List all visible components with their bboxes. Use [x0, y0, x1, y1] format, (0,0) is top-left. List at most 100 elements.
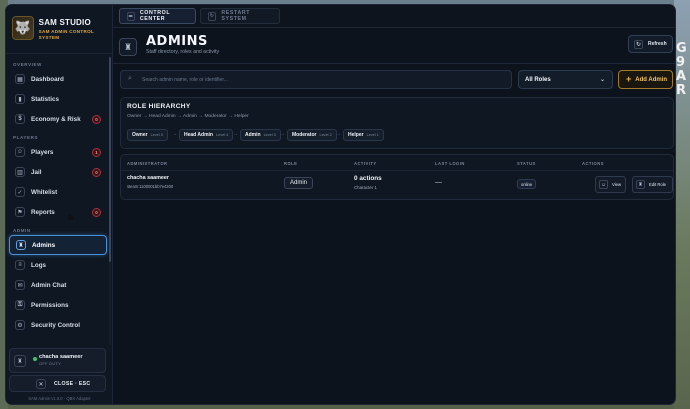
presence-dot — [33, 357, 37, 361]
column-header: LAST LOGIN — [435, 161, 465, 166]
lock-icon: ▥ — [15, 167, 25, 177]
sidebar-item-players[interactable]: ☺ Players 1 — [9, 143, 107, 161]
role-filter-select[interactable]: All Roles ⌄ — [518, 70, 613, 89]
sidebar-item-logs[interactable]: ≡ Logs — [9, 256, 107, 274]
sidebar-divider — [6, 53, 112, 54]
close-button[interactable]: ✕ CLOSE · ESC — [9, 375, 106, 392]
sidebar-item-label: Reports — [31, 208, 55, 216]
sidebar-item-reports[interactable]: ⚑ Reports 0 — [9, 203, 107, 221]
user-name: chacha saameer — [39, 354, 83, 360]
flag-icon: ⚑ — [15, 207, 25, 217]
level-pill-head-admin: Head Admin Level 4 — [179, 129, 234, 141]
edit-role-button[interactable]: ♜ Edit Role — [632, 176, 673, 193]
hierarchy-title: ROLE HIERARCHY — [127, 103, 191, 110]
admin-icon: ♜ — [16, 240, 26, 250]
section-overview: OVERVIEW — [13, 62, 42, 67]
view-label: View — [612, 182, 622, 187]
last-login: — — [435, 179, 442, 186]
plus-icon: + — [626, 74, 632, 84]
page-subtitle: Staff directory, roles and activity — [146, 49, 220, 55]
column-header: ACTIONS — [582, 161, 604, 166]
refresh-icon: ↻ — [634, 39, 643, 49]
sidebar-item-economy-risk[interactable]: $ Economy & Risk 0 — [9, 110, 107, 128]
admin-name: chacha saameer — [127, 175, 169, 181]
sidebar-item-label: Security Control — [31, 321, 80, 329]
admin-page-icon: ♜ — [119, 38, 137, 56]
sidebar-item-admins[interactable]: ♜ Admins — [9, 235, 107, 255]
activity-sub: Character 1 — [354, 185, 377, 190]
section-players: PLAYERS — [13, 135, 39, 140]
coin-icon: $ — [15, 114, 25, 124]
table-divider — [121, 170, 673, 171]
sidebar-item-label: Jail — [31, 168, 42, 176]
arrow-right-icon: → — [233, 131, 238, 137]
sidebar-item-label: Economy & Risk — [31, 115, 81, 123]
user-icon: ☺ — [599, 180, 608, 189]
sidebar-item-label: Permissions — [31, 301, 69, 309]
tab-control-center[interactable]: ⚌ CONTROL CENTER — [119, 8, 196, 24]
role-filter-value: All Roles — [525, 77, 551, 83]
arrow-right-icon: → — [336, 131, 341, 137]
brand: 🐺 SAM STUDIO SAM ADMIN CONTROL SYSTEM — [12, 16, 108, 52]
duty-status: OFF DUTY — [39, 362, 62, 366]
sidebar-item-admin-chat[interactable]: ✉ Admin Chat — [9, 276, 107, 294]
version-text: SAM Admin v1.0.0 · QBX Adapter — [28, 396, 91, 401]
role-badge: Admin — [284, 177, 314, 189]
sidebar-item-label: Dashboard — [31, 75, 64, 83]
add-admin-button[interactable]: + Add Admin — [618, 70, 673, 89]
sidebar-item-jail[interactable]: ▥ Jail 0 — [9, 163, 107, 181]
background-right: G9AR — [674, 0, 690, 409]
refresh-label: Refresh — [648, 41, 667, 47]
wolf-logo-icon: 🐺 — [12, 16, 34, 40]
count-badge: 0 — [92, 208, 101, 217]
sidebar-item-permissions[interactable]: ⚿ Permissions — [9, 296, 107, 314]
refresh-button[interactable]: ↻ Refresh — [628, 35, 673, 53]
background-sign: G9AR — [676, 41, 687, 98]
admin-window: 🐺 SAM STUDIO SAM ADMIN CONTROL SYSTEM OV… — [5, 4, 676, 405]
activity-count: 0 actions — [354, 175, 382, 182]
shield-check-icon: ✓ — [15, 187, 25, 197]
sidebar-item-label: Whitelist — [31, 188, 58, 196]
tab-label: CONTROL CENTER — [139, 10, 171, 22]
sidebar-item-label: Players — [31, 148, 54, 156]
gear-icon: ⚙ — [15, 320, 25, 330]
tab-label: RESTART SYSTEM — [221, 10, 251, 22]
user-icon: ♜ — [14, 355, 26, 367]
admins-table: ADMINISTRATOR ROLE ACTIVITY LAST LOGIN S… — [120, 154, 674, 200]
column-header: ACTIVITY — [354, 161, 377, 166]
sidebar-scrollbar-thumb[interactable] — [109, 57, 111, 262]
sidebar-item-statistics[interactable]: ▮ Statistics — [9, 90, 107, 108]
sidebar-item-security-control[interactable]: ⚙ Security Control — [9, 316, 107, 334]
key-icon: ⚿ — [15, 300, 25, 310]
count-badge: 0 — [92, 168, 101, 177]
level-pill-admin: Admin Level 3 — [240, 129, 281, 141]
tab-restart-system[interactable]: ↻ RESTART SYSTEM — [200, 8, 280, 24]
edit-role-label: Edit Role — [649, 182, 666, 187]
count-badge: 0 — [92, 115, 101, 124]
app-name: SAM STUDIO — [38, 18, 91, 27]
level-pill-owner: Owner Level 5 — [127, 129, 168, 141]
header-divider — [113, 63, 675, 64]
search-box: ⌕ — [120, 70, 512, 89]
page-title: ADMINS — [146, 34, 208, 49]
add-admin-label: Add Admin — [635, 76, 668, 83]
search-input[interactable] — [142, 74, 502, 86]
bar-chart-icon: ▮ — [15, 94, 25, 104]
section-admin: ADMIN — [13, 228, 31, 233]
sidebar-item-dashboard[interactable]: ▦ Dashboard — [9, 70, 107, 88]
sidebar-item-label: Statistics — [31, 95, 59, 103]
chat-icon: ✉ — [15, 280, 25, 290]
count-badge: 1 — [92, 148, 101, 157]
column-header: ADMINISTRATOR — [127, 161, 168, 166]
view-button[interactable]: ☺ View — [595, 176, 626, 193]
grid-icon: ▦ — [15, 74, 25, 84]
user-card[interactable]: ♜ chacha saameer OFF DUTY — [9, 348, 106, 373]
sidebar-item-whitelist[interactable]: ✓ Whitelist — [9, 183, 107, 201]
sidebar-item-label: Admin Chat — [31, 281, 67, 289]
search-icon: ⌕ — [128, 75, 132, 82]
admin-identifier: steam:1100001bb7e4300 — [127, 184, 174, 189]
sidebar: 🐺 SAM STUDIO SAM ADMIN CONTROL SYSTEM OV… — [6, 5, 113, 404]
arrow-right-icon: → — [280, 131, 285, 137]
hierarchy-chain: Owner → Head Admin → Admin → Moderator →… — [127, 114, 249, 119]
document-icon: ≡ — [15, 260, 25, 270]
